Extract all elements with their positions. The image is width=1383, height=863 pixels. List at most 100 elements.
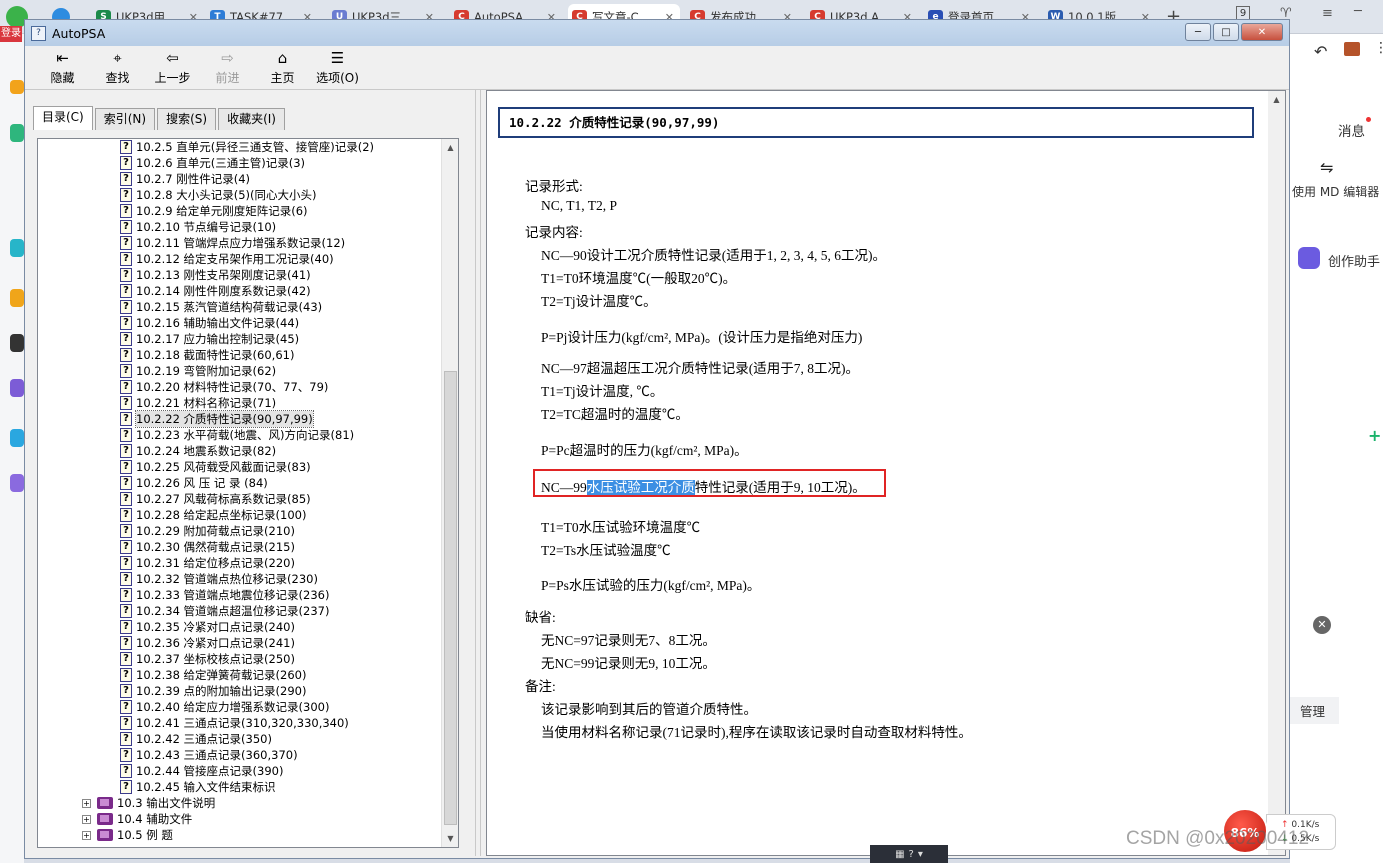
tree-item[interactable]: ? 10.2.20 材料特性记录(70、77、79) bbox=[120, 379, 328, 395]
app-icon[interactable] bbox=[10, 124, 24, 142]
undo-icon[interactable]: ↶ bbox=[1314, 42, 1327, 61]
tree-item[interactable]: ? 10.2.35 冷紧对口点记录(240) bbox=[120, 619, 295, 635]
expand-icon[interactable]: + bbox=[82, 814, 91, 824]
kebab-menu-icon[interactable]: ⋮ bbox=[1374, 40, 1383, 56]
expand-icon[interactable]: + bbox=[82, 798, 91, 808]
tree-item[interactable]: ? 10.2.34 管道端点超温位移记录(237) bbox=[120, 603, 329, 619]
tab-favorites[interactable]: 收藏夹(I) bbox=[218, 108, 285, 130]
app-icon[interactable] bbox=[10, 334, 24, 352]
tree-item[interactable]: ? 10.2.12 给定支吊架作用工况记录(40) bbox=[120, 251, 334, 267]
tree-item[interactable]: ? 10.2.43 三通点记录(360,370) bbox=[120, 747, 298, 763]
tree-item[interactable]: ? 10.2.24 地震系数记录(82) bbox=[120, 443, 276, 459]
chevron-down-icon[interactable]: ▾ bbox=[918, 849, 923, 860]
tree-item[interactable]: ? 10.2.31 给定位移点记录(220) bbox=[120, 555, 295, 571]
home-button[interactable]: ⌂ 主页 bbox=[255, 46, 310, 89]
scroll-up-arrow-icon[interactable]: ▲ bbox=[1268, 91, 1285, 108]
highlighted-line-suffix: 特性记录(适用于9, 10工况)。 bbox=[694, 480, 866, 495]
tree-item[interactable]: ? 10.2.28 给定起点坐标记录(100) bbox=[120, 507, 306, 523]
app-icon[interactable] bbox=[10, 474, 24, 492]
tree-item[interactable]: ? 10.2.7 刚性件记录(4) bbox=[120, 171, 250, 187]
tree-item[interactable]: ? 10.2.15 蒸汽管道结构荷载记录(43) bbox=[120, 299, 322, 315]
maximize-button[interactable]: □ bbox=[1213, 23, 1239, 41]
tree-item[interactable]: ? 10.2.32 管道端点热位移记录(230) bbox=[120, 571, 318, 587]
window-titlebar[interactable]: ? AutoPSA ─ □ ✕ bbox=[25, 20, 1289, 46]
taskbar-tray[interactable]: ▦ ? ▾ bbox=[870, 845, 948, 863]
forward-button[interactable]: ⇨ 前进 bbox=[200, 46, 255, 89]
tree-item[interactable]: ? 10.2.17 应力输出控制记录(45) bbox=[120, 331, 299, 347]
menu-icon[interactable]: ≡ bbox=[1322, 6, 1333, 21]
tree-item[interactable]: ? 10.2.40 给定应力增强系数记录(300) bbox=[120, 699, 329, 715]
tree-item[interactable]: ? 10.2.14 刚性件刚度系数记录(42) bbox=[120, 283, 311, 299]
tree-item[interactable]: ? 10.2.5 直单元(异径三通支管、接管座)记录(2) bbox=[120, 139, 374, 155]
tree-item[interactable]: ? 10.2.30 偶然荷载点记录(215) bbox=[120, 539, 295, 555]
tree-item[interactable]: ? 10.2.44 管接座点记录(390) bbox=[120, 763, 283, 779]
creation-assistant-link[interactable]: 创作助手 bbox=[1328, 251, 1380, 270]
plus-icon[interactable]: + bbox=[1368, 426, 1381, 445]
close-button[interactable]: ✕ bbox=[1241, 23, 1283, 41]
navigation-pane: 目录(C) 索引(N) 搜索(S) 收藏夹(I) ? 10.2.5 直单元(异径三通支管… bbox=[29, 102, 461, 852]
tree-item[interactable]: ? 10.2.8 大小头记录(5)(同心大小头) bbox=[120, 187, 317, 203]
tree-item[interactable]: ? 10.2.11 管端焊点应力增强系数记录(12) bbox=[120, 235, 345, 251]
tree-item[interactable]: ? 10.2.22 介质特性记录(90,97,99) bbox=[120, 410, 314, 428]
tree-item[interactable]: ? 10.2.10 节点编号记录(10) bbox=[120, 219, 276, 235]
app-icon[interactable] bbox=[10, 239, 24, 257]
tree-item[interactable]: ? 10.2.21 材料名称记录(71) bbox=[120, 395, 276, 411]
tree-item[interactable]: ? 10.2.29 附加荷载点记录(210) bbox=[120, 523, 295, 539]
tab-contents[interactable]: 目录(C) bbox=[33, 106, 93, 130]
tree-scrollbar[interactable]: ▲ ▼ bbox=[441, 139, 458, 847]
tree-book-item[interactable]: +10.4 辅助文件 bbox=[82, 811, 192, 827]
app-icon[interactable] bbox=[10, 379, 24, 397]
hide-button[interactable]: ⇤ 隐藏 bbox=[35, 46, 90, 89]
help-icon[interactable]: ? bbox=[909, 849, 914, 860]
close-circle-icon[interactable]: ✕ bbox=[1313, 616, 1331, 634]
tree-item[interactable]: ? 10.2.41 三通点记录(310,320,330,340) bbox=[120, 715, 349, 731]
scroll-up-arrow-icon[interactable]: ▲ bbox=[442, 139, 458, 156]
contents-tree[interactable]: ? 10.2.5 直单元(异径三通支管、接管座)记录(2)? 10.2.6 直单元(… bbox=[37, 138, 459, 848]
tree-item[interactable]: ? 10.2.23 水平荷载(地震、风)方向记录(81) bbox=[120, 427, 354, 443]
manage-link[interactable]: 管理 bbox=[1290, 697, 1340, 724]
locate-button[interactable]: ⌖ 查找 bbox=[90, 46, 145, 89]
help-topic-icon: ? bbox=[120, 604, 132, 618]
tree-item[interactable]: ? 10.2.39 点的附加输出记录(290) bbox=[120, 683, 306, 699]
tree-item[interactable]: ? 10.2.18 截面特性记录(60,61) bbox=[120, 347, 294, 363]
star-icon[interactable] bbox=[10, 80, 24, 94]
keyboard-icon[interactable]: ▦ bbox=[895, 849, 904, 860]
tree-item[interactable]: ? 10.2.36 冷紧对口点记录(241) bbox=[120, 635, 295, 651]
tab-index[interactable]: 索引(N) bbox=[94, 108, 156, 130]
tree-item[interactable]: ? 10.2.38 给定弹簧荷载记录(260) bbox=[120, 667, 306, 683]
minimize-icon[interactable]: ─ bbox=[1354, 4, 1362, 19]
tree-item[interactable]: ? 10.2.26 风 压 记 录 (84) bbox=[120, 475, 268, 491]
expand-icon[interactable]: + bbox=[82, 830, 91, 840]
tree-item[interactable]: ? 10.2.27 风载荷标高系数记录(85) bbox=[120, 491, 311, 507]
tree-book-item[interactable]: +10.3 输出文件说明 bbox=[82, 795, 215, 811]
tree-item[interactable]: ? 10.2.37 坐标校核点记录(250) bbox=[120, 651, 295, 667]
robot-icon[interactable] bbox=[1298, 247, 1320, 269]
switch-icon[interactable]: ⇋ bbox=[1320, 158, 1333, 177]
tree-item[interactable]: ? 10.2.6 直单元(三通主管)记录(3) bbox=[120, 155, 305, 171]
back-button[interactable]: ⇦ 上一步 bbox=[145, 46, 200, 89]
help-topic-icon: ? bbox=[120, 684, 132, 698]
content-scrollbar[interactable]: ▲ bbox=[1268, 91, 1285, 855]
tab-search[interactable]: 搜索(S) bbox=[157, 108, 217, 130]
messages-link[interactable]: 消息 bbox=[1338, 120, 1365, 140]
scroll-thumb[interactable] bbox=[444, 371, 457, 825]
tree-item[interactable]: ? 10.2.19 弯管附加记录(62) bbox=[120, 363, 276, 379]
tree-item[interactable]: ? 10.2.25 风荷载受风截面记录(83) bbox=[120, 459, 311, 475]
pane-splitter[interactable] bbox=[475, 90, 481, 856]
app-icon[interactable] bbox=[10, 429, 24, 447]
tree-book-item[interactable]: +10.5 例 题 bbox=[82, 827, 173, 843]
text-selection[interactable]: 水压试验工况介质 bbox=[586, 480, 695, 495]
briefcase-icon[interactable] bbox=[1344, 42, 1360, 56]
scroll-down-arrow-icon[interactable]: ▼ bbox=[442, 830, 458, 847]
minimize-button[interactable]: ─ bbox=[1185, 23, 1211, 41]
tree-item[interactable]: ? 10.2.13 刚性支吊架刚度记录(41) bbox=[120, 267, 311, 283]
tree-item[interactable]: ? 10.2.33 管道端点地震位移记录(236) bbox=[120, 587, 329, 603]
options-button[interactable]: ☰ 选项(O) bbox=[310, 46, 365, 89]
md-editor-link[interactable]: 使用 MD 编辑器 bbox=[1292, 183, 1383, 200]
tree-item[interactable]: ? 10.2.45 输入文件结束标识 bbox=[120, 779, 276, 795]
login-badge[interactable]: 登录 bbox=[0, 26, 22, 42]
tree-item[interactable]: ? 10.2.9 给定单元刚度矩阵记录(6) bbox=[120, 203, 308, 219]
tree-item[interactable]: ? 10.2.42 三通点记录(350) bbox=[120, 731, 272, 747]
tree-item[interactable]: ? 10.2.16 辅助输出文件记录(44) bbox=[120, 315, 299, 331]
app-icon[interactable] bbox=[10, 289, 24, 307]
